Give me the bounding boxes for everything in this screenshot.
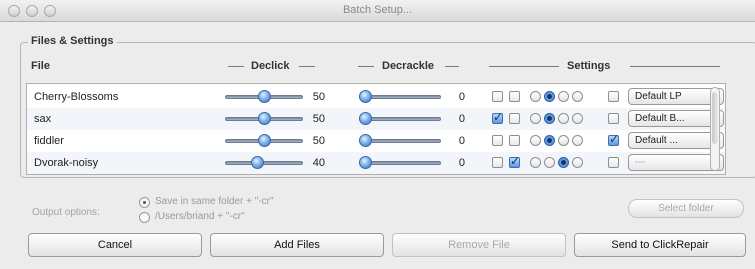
- title-bar: Batch Setup...: [0, 0, 755, 22]
- declick-value: 40: [312, 157, 325, 169]
- declick-value: 50: [312, 91, 325, 103]
- declick-value: 50: [312, 135, 325, 147]
- setting-radio-2[interactable]: [544, 157, 555, 168]
- add-files-button[interactable]: Add Files: [210, 233, 384, 257]
- settings-rule-right: [630, 66, 720, 67]
- decrackle-value: 0: [458, 135, 465, 147]
- setting-checkbox-1[interactable]: [492, 135, 503, 146]
- declick-slider-thumb[interactable]: [257, 134, 271, 147]
- decrackle-slider-thumb[interactable]: [359, 112, 372, 125]
- save-path-label: /Users/briand + "-cr": [155, 211, 245, 222]
- preset-popup-label: Default B...: [635, 113, 685, 124]
- decrackle-slider-thumb[interactable]: [359, 134, 372, 147]
- send-to-clickrepair-button[interactable]: Send to ClickRepair: [574, 233, 746, 257]
- setting-checkbox-1[interactable]: [492, 157, 503, 168]
- preset-popup-label: ---: [635, 157, 645, 168]
- file-row[interactable]: fiddler500Default ...▲▼: [27, 130, 725, 152]
- decrackle-rule-left: [358, 66, 374, 67]
- setting-checkbox-2[interactable]: [509, 135, 520, 146]
- column-header-settings: Settings: [567, 60, 611, 72]
- setting-radio-4[interactable]: [572, 157, 583, 168]
- setting-radio-1[interactable]: [530, 157, 541, 168]
- column-header-declick: Declick: [251, 60, 290, 72]
- preset-popup-label: Default ...: [635, 135, 678, 146]
- select-folder-button[interactable]: Select folder: [628, 199, 744, 218]
- setting-radio-2[interactable]: [544, 91, 555, 102]
- setting-radio-2[interactable]: [544, 113, 555, 124]
- setting-checkbox-3[interactable]: [608, 91, 619, 102]
- output-options-label: Output options:: [32, 207, 100, 218]
- setting-radio-1[interactable]: [530, 91, 541, 102]
- file-list-scrollbar[interactable]: [710, 87, 720, 171]
- setting-checkbox-2[interactable]: [509, 154, 520, 168]
- decrackle-rule-right: [445, 66, 459, 67]
- setting-radio-4[interactable]: [572, 113, 583, 124]
- column-header-file: File: [31, 60, 50, 72]
- setting-checkbox-2[interactable]: [509, 91, 520, 102]
- setting-radio-1[interactable]: [530, 113, 541, 124]
- setting-checkbox-1[interactable]: [492, 110, 503, 124]
- decrackle-value: 0: [458, 113, 465, 125]
- save-path-radio[interactable]: [139, 212, 150, 223]
- declick-slider-thumb[interactable]: [257, 90, 271, 103]
- declick-slider[interactable]: [225, 161, 303, 165]
- file-list[interactable]: Cherry-Blossoms500Default LP▲▼sax500Defa…: [26, 83, 726, 175]
- save-same-folder-radio[interactable]: [139, 197, 150, 208]
- remove-file-button[interactable]: Remove File: [392, 233, 566, 257]
- decrackle-slider-thumb[interactable]: [359, 156, 372, 169]
- file-name: Cherry-Blossoms: [34, 91, 119, 103]
- setting-checkbox-1[interactable]: [492, 91, 503, 102]
- file-name: Dvorak-noisy: [34, 157, 99, 169]
- decrackle-value: 0: [458, 91, 465, 103]
- file-row[interactable]: Cherry-Blossoms500Default LP▲▼: [27, 86, 725, 108]
- setting-checkbox-3[interactable]: [608, 157, 619, 168]
- decrackle-value: 0: [458, 157, 465, 169]
- file-name: sax: [34, 113, 52, 125]
- setting-radio-3[interactable]: [558, 157, 569, 168]
- scrollbar-knob[interactable]: [712, 92, 718, 144]
- setting-checkbox-2[interactable]: [509, 113, 520, 124]
- column-header-decrackle: Decrackle: [382, 60, 434, 72]
- setting-radio-3[interactable]: [558, 113, 569, 124]
- declick-slider-thumb[interactable]: [251, 156, 264, 169]
- setting-radio-3[interactable]: [558, 91, 569, 102]
- setting-checkbox-3[interactable]: [608, 113, 619, 124]
- decrackle-slider-thumb[interactable]: [359, 90, 372, 103]
- file-row[interactable]: sax500Default B...▲▼: [27, 108, 725, 130]
- setting-radio-4[interactable]: [572, 135, 583, 146]
- setting-checkbox-3[interactable]: [608, 132, 619, 146]
- group-title: Files & Settings: [28, 35, 117, 47]
- declick-slider-thumb[interactable]: [257, 112, 271, 125]
- file-row[interactable]: Dvorak-noisy400---▲▼: [27, 152, 725, 174]
- setting-radio-3[interactable]: [558, 135, 569, 146]
- save-same-folder-label: Save in same folder + "-cr": [155, 196, 274, 207]
- declick-value: 50: [312, 113, 325, 125]
- declick-rule-left: [228, 66, 244, 67]
- setting-radio-2[interactable]: [544, 135, 555, 146]
- cancel-button[interactable]: Cancel: [28, 233, 202, 257]
- settings-rule-left: [489, 66, 559, 67]
- window-title: Batch Setup...: [342, 4, 413, 16]
- setting-radio-4[interactable]: [572, 91, 583, 102]
- file-name: fiddler: [34, 135, 64, 147]
- preset-popup-label: Default LP: [635, 91, 682, 102]
- setting-radio-1[interactable]: [530, 135, 541, 146]
- declick-rule-right: [299, 66, 315, 67]
